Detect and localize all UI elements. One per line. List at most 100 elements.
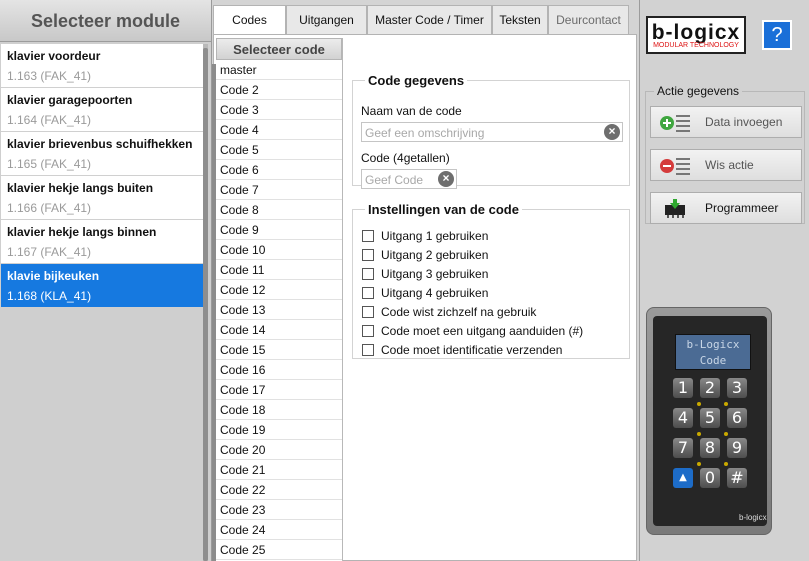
code-list-item[interactable]: Code 19 [216, 420, 342, 440]
code-list-item[interactable]: Code 16 [216, 360, 342, 380]
code-name-input[interactable]: Geef een omschrijving × [361, 122, 623, 142]
code-value-label: Code (4getallen) [361, 151, 450, 165]
checkbox-box[interactable] [362, 306, 374, 318]
checkbox-wist-zichzelf[interactable]: Code wist zichzelf na gebruik [362, 303, 536, 321]
module-item[interactable]: klavier voordeur 1.163 (FAK_41) [1, 44, 203, 88]
module-name: klavier brievenbus schuifhekken [7, 137, 193, 151]
checkbox-box[interactable] [362, 325, 374, 337]
code-list-item[interactable]: Code 14 [216, 320, 342, 340]
code-list-item[interactable]: Code 11 [216, 260, 342, 280]
checkbox-uitgang-3[interactable]: Uitgang 3 gebruiken [362, 265, 488, 283]
keypad-key: 3 [727, 378, 747, 398]
keypad-key: # [727, 468, 747, 488]
logo-tagline: MODULAR TECHNOLOGY [653, 42, 739, 49]
code-list-item[interactable]: Code 4 [216, 120, 342, 140]
module-list-scrollbar[interactable] [203, 44, 208, 561]
checkbox-uitgang-1[interactable]: Uitgang 1 gebruiken [362, 227, 488, 245]
codes-page: Selecteer code master Code 2 Code 3 Code 4C… [212, 34, 637, 561]
data-invoegen-button[interactable]: Data invoegen [650, 106, 802, 138]
code-list-item[interactable]: Code 2 [216, 80, 342, 100]
actie-title: Actie gegevens [657, 84, 740, 98]
code-list-item[interactable]: Code 24 [216, 520, 342, 540]
code-list-item[interactable]: Code 25 [216, 540, 342, 560]
code-list-item[interactable]: Code 10 [216, 240, 342, 260]
module-item[interactable]: klavier hekje langs binnen 1.167 (FAK_41… [1, 220, 203, 264]
bell-icon: ▲ [673, 468, 693, 488]
module-address: 1.164 (FAK_41) [7, 113, 92, 127]
tab-uitgangen[interactable]: Uitgangen [286, 5, 367, 34]
checkbox-uitgang-4[interactable]: Uitgang 4 gebruiken [362, 284, 488, 302]
data-invoegen-label: Data invoegen [705, 115, 783, 129]
code-list-item[interactable]: Code 18 [216, 400, 342, 420]
checkbox-box[interactable] [362, 249, 374, 261]
led-indicator [724, 432, 728, 436]
code-list-item[interactable]: Code 7 [216, 180, 342, 200]
brand-logo: b-logicx MODULAR TECHNOLOGY [646, 16, 746, 54]
checkbox-uitgang-2[interactable]: Uitgang 2 gebruiken [362, 246, 488, 264]
code-list-item[interactable]: Code 15 [216, 340, 342, 360]
checkbox-uitgang-aanduiden[interactable]: Code moet een uitgang aanduiden (#) [362, 322, 583, 340]
module-item-selected[interactable]: klavie bijkeuken 1.168 (KLA_41) [1, 264, 203, 308]
code-list-scrollbar[interactable] [212, 64, 216, 561]
checkbox-identificatie[interactable]: Code moet identificatie verzenden [362, 341, 562, 359]
module-address: 1.166 (FAK_41) [7, 201, 92, 215]
keypad-key: 8 [700, 438, 720, 458]
code-gegevens-title: Code gegevens [368, 73, 465, 88]
led-indicator [724, 462, 728, 466]
code-list-item[interactable]: Code 8 [216, 200, 342, 220]
led-indicator [724, 402, 728, 406]
keypad-key: 4 [673, 408, 693, 428]
keypad-display: b-Logicx Code [675, 334, 751, 370]
tab-teksten[interactable]: Teksten [492, 5, 548, 34]
instellingen-group: Instellingen van de code Uitgang 1 gebru… [352, 202, 630, 359]
checkbox-box[interactable] [362, 268, 374, 280]
tab-codes[interactable]: Codes [213, 5, 286, 36]
module-address: 1.163 (FAK_41) [7, 69, 92, 83]
checkbox-box[interactable] [362, 344, 374, 356]
keypad-key: 9 [727, 438, 747, 458]
module-address: 1.168 (KLA_41) [7, 289, 92, 303]
code-list-item[interactable]: Code 13 [216, 300, 342, 320]
code-list-item[interactable]: Code 6 [216, 160, 342, 180]
module-name: klavier garagepoorten [7, 93, 133, 107]
code-name-placeholder: Geef een omschrijving [365, 126, 485, 140]
code-list-item[interactable]: master [216, 60, 342, 80]
clear-icon[interactable]: × [438, 171, 454, 187]
code-name-label: Naam van de code [361, 104, 462, 118]
wis-actie-button[interactable]: Wis actie [650, 149, 802, 181]
code-list-item[interactable]: Code 3 [216, 100, 342, 120]
code-list-item[interactable]: Code 22 [216, 480, 342, 500]
code-list-item[interactable]: Code 17 [216, 380, 342, 400]
checkbox-box[interactable] [362, 230, 374, 242]
code-list-item[interactable]: Code 21 [216, 460, 342, 480]
wis-actie-label: Wis actie [705, 158, 754, 172]
module-item[interactable]: klavier brievenbus schuifhekken 1.165 (F… [1, 132, 203, 176]
code-list-item[interactable]: Code 9 [216, 220, 342, 240]
module-address: 1.167 (FAK_41) [7, 245, 92, 259]
clear-icon[interactable]: × [604, 124, 620, 140]
programmeer-button[interactable]: Programmeer [650, 192, 802, 224]
add-list-icon [659, 113, 691, 133]
module-name: klavier voordeur [7, 49, 101, 63]
code-gegevens-group: Code gegevens Naam van de code Geef een … [352, 73, 630, 189]
module-item[interactable]: klavier hekje langs buiten 1.166 (FAK_41… [1, 176, 203, 220]
chip-program-icon [659, 199, 691, 219]
module-item[interactable]: klavier garagepoorten 1.164 (FAK_41) [1, 88, 203, 132]
code-list-item[interactable]: Code 20 [216, 440, 342, 460]
checkbox-box[interactable] [362, 287, 374, 299]
code-value-input[interactable]: Geef Code × [361, 169, 457, 189]
programmeer-label: Programmeer [705, 201, 779, 215]
code-list-item[interactable]: Code 23 [216, 500, 342, 520]
code-list: Selecteer code master Code 2 Code 3 Code 4C… [212, 38, 343, 561]
keypad-brand: b-logicx [739, 513, 767, 522]
code-value-placeholder: Geef Code [365, 173, 424, 187]
keypad-key: 6 [727, 408, 747, 428]
scrollbar-thumb[interactable] [203, 48, 208, 561]
code-list-item[interactable]: Code 12 [216, 280, 342, 300]
led-indicator [697, 462, 701, 466]
code-list-item[interactable]: Code 5 [216, 140, 342, 160]
tab-deurcontact[interactable]: Deurcontact [548, 5, 629, 34]
help-button[interactable]: ? [762, 20, 792, 50]
tab-master-code-timer[interactable]: Master Code / Timer [367, 5, 492, 34]
module-panel-title: Selecteer module [0, 0, 211, 42]
